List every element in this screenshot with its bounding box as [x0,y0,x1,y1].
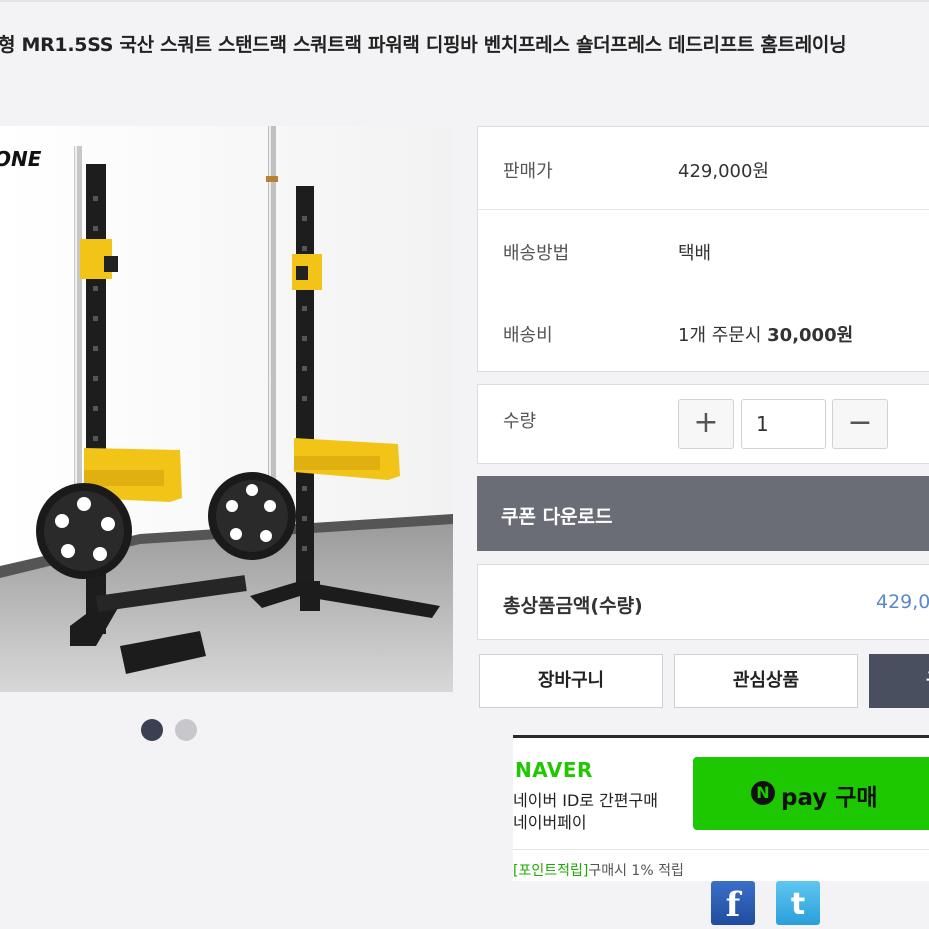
squat-rack-illustration: ONE [0,126,453,692]
shipping-fee-amount: 30,000원 [767,325,854,346]
coupon-download-button[interactable]: 쿠폰 다운로드 [477,476,929,551]
naver-pay-box: NAVER 네이버 ID로 간편구매 네이버페이 N pay 구매 [포인트적립… [513,735,929,881]
coupon-download-label: 쿠폰 다운로드 [501,506,613,528]
price-value: 429,000원 [678,161,769,182]
wishlist-button[interactable]: 관심상품 [674,654,858,708]
npay-buy-button[interactable]: N pay 구매 [693,757,929,830]
naver-divider [513,849,929,850]
shipping-fee-row: 배송비 1개 주문시 30,000원 [478,291,929,373]
pagination-dot-1[interactable] [141,719,163,741]
facebook-glyph: f [725,885,741,925]
price-row: 판매가 429,000원 [478,127,929,210]
total-price-box: 총상품금액(수량) 429,0 [477,564,929,640]
shipping-fee-value: 1개 주문시 30,000원 [678,321,853,347]
naver-easy-buy-text: 네이버 ID로 간편구매 [513,791,658,810]
total-price-value: 429,0 [876,591,929,613]
npay-buy-label: pay 구매 [781,785,878,811]
naver-points-note: [포인트적립]구매시 1% 적립 [513,860,684,880]
product-title: 형 MR1.5SS 국산 스쿼트 스탠드랙 스쿼트랙 파워랙 디핑바 벤치프레스… [0,34,847,56]
quantity-increase-button[interactable]: + [678,399,734,449]
shipping-fee-label: 배송비 [503,325,553,346]
image-pagination [141,719,197,741]
product-page: 형 MR1.5SS 국산 스쿼트 스탠드랙 스쿼트랙 파워랙 디핑바 벤치프레스… [0,0,929,929]
points-tag: [포인트적립] [513,863,589,879]
facebook-share-icon[interactable]: f [711,881,755,925]
shipping-method-row: 배송방법 택배 [478,209,929,291]
top-divider [0,0,929,2]
pagination-dot-2[interactable] [175,719,197,741]
naver-logo: NAVER [515,758,593,782]
add-to-cart-button[interactable]: 장바구니 [479,654,663,708]
shipping-method-value: 택배 [678,243,712,264]
quantity-decrease-button[interactable]: − [832,399,888,449]
buy-now-button[interactable]: 구 [869,654,929,708]
product-image[interactable]: ONE [0,126,453,692]
price-info-box: 판매가 429,000원 배송방법 택배 배송비 1개 주문시 30,000원 [477,126,929,372]
shipping-fee-prefix: 1개 주문시 [678,325,768,346]
quantity-box: 수량 + − [477,384,929,464]
total-price-label: 총상품금액(수량) [503,595,643,617]
shipping-method-label: 배송방법 [503,243,570,264]
quantity-input[interactable] [741,399,826,449]
quantity-label: 수량 [503,411,537,432]
twitter-share-icon[interactable]: t [776,881,820,925]
brand-logo: ONE [0,147,42,171]
naver-pay-text: 네이버페이 [513,813,587,832]
price-label: 판매가 [503,161,553,182]
twitter-glyph: t [790,887,806,922]
npay-n-icon: N [751,781,775,805]
points-text: 구매시 1% 적립 [588,863,684,879]
